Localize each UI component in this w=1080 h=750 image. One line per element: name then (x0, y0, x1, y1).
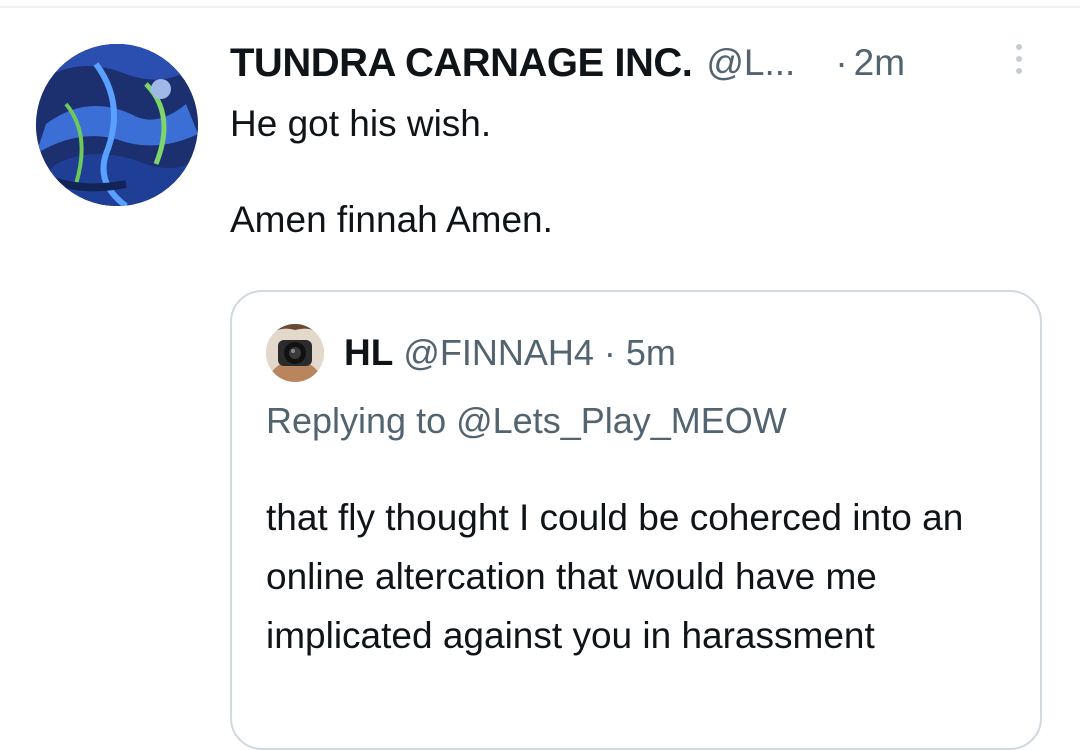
tweet-text: He got his wish. Amen finnah Amen. (230, 103, 553, 240)
quoted-author-display-name[interactable]: HL (344, 332, 393, 374)
more-dot (1016, 56, 1022, 62)
tweet[interactable]: TUNDRA CARNAGE INC. @L... · 2m He got hi… (0, 0, 1080, 750)
more-vertical-icon[interactable] (1012, 44, 1026, 84)
tweet-header: TUNDRA CARNAGE INC. @L... · 2m (230, 38, 905, 88)
avatar-image (36, 44, 198, 206)
more-dot (1016, 44, 1022, 50)
quoted-tweet-text: that fly thought I could be coherced int… (266, 497, 964, 656)
quoted-tweet-header: HL @FINNAH4 · 5m (344, 328, 676, 378)
author-display-name[interactable]: TUNDRA CARNAGE INC. (230, 41, 693, 86)
author-handle[interactable]: @L... (706, 42, 795, 84)
quoted-tweet-card[interactable]: HL @FINNAH4 · 5m Replying to @Lets_Play_… (230, 290, 1042, 750)
tweet-timestamp[interactable]: 2m (854, 42, 905, 84)
quoted-author-handle[interactable]: @FINNAH4 (403, 332, 594, 374)
replying-to-label: Replying to @Lets_Play_MEOW (266, 400, 787, 441)
quoted-author-avatar[interactable] (266, 324, 324, 382)
separator-dot: · (835, 42, 848, 83)
more-dot (1016, 68, 1022, 74)
author-avatar[interactable] (36, 44, 198, 206)
quoted-tweet-timestamp[interactable]: 5m (626, 332, 676, 374)
avatar-image (266, 324, 324, 382)
separator-dot: · (603, 332, 616, 373)
